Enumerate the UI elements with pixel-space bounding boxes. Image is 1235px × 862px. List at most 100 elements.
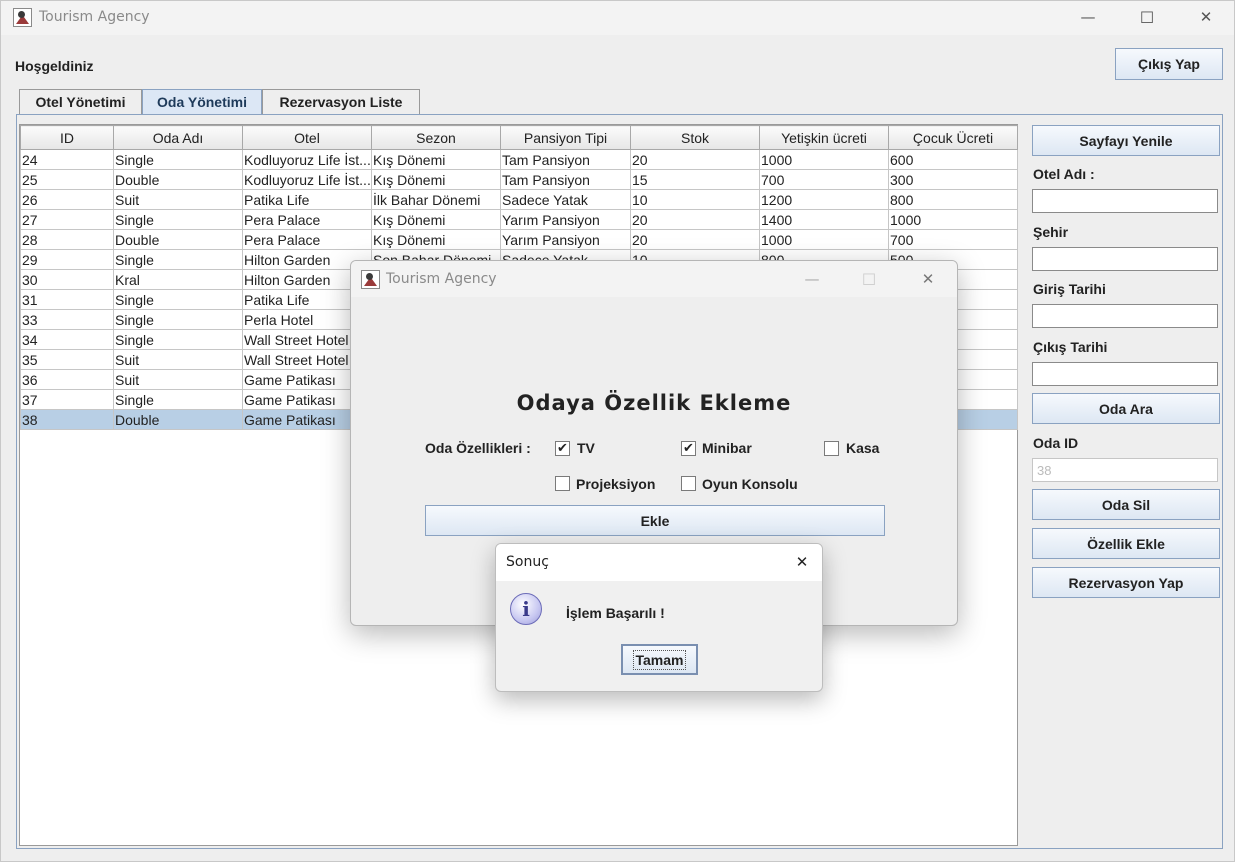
game-console-label[interactable]: Oyun Konsolu: [702, 476, 798, 492]
add-feature-button[interactable]: Özellik Ekle: [1032, 528, 1220, 559]
table-cell[interactable]: 700: [888, 229, 1018, 250]
table-cell[interactable]: Single: [113, 249, 243, 270]
column-header[interactable]: Sezon: [371, 125, 501, 150]
table-cell[interactable]: Kodluyoruz Life İst...: [242, 169, 372, 190]
table-cell[interactable]: 33: [20, 309, 114, 330]
room-id-field[interactable]: 38: [1032, 458, 1218, 482]
table-cell[interactable]: 1200: [759, 189, 889, 210]
table-cell[interactable]: Kış Dönemi: [371, 169, 501, 190]
table-cell[interactable]: Single: [113, 389, 243, 410]
close-button[interactable]: ✕: [905, 263, 951, 295]
table-cell[interactable]: 25: [20, 169, 114, 190]
table-cell[interactable]: Double: [113, 169, 243, 190]
safe-label[interactable]: Kasa: [846, 440, 879, 456]
table-cell[interactable]: 20: [630, 229, 760, 250]
table-row[interactable]: 25 Double Kodluyoruz Life İst... Kış Dönemi…: [20, 169, 1018, 190]
minibar-checkbox[interactable]: ✔: [681, 441, 696, 456]
table-cell[interactable]: 26: [20, 189, 114, 210]
table-cell[interactable]: 30: [20, 269, 114, 290]
table-cell[interactable]: 29: [20, 249, 114, 270]
checkin-date-field[interactable]: [1032, 304, 1218, 328]
reservation-button[interactable]: Rezervasyon Yap: [1032, 567, 1220, 598]
table-cell[interactable]: Single: [113, 309, 243, 330]
column-header[interactable]: Yetişkin ücreti: [759, 125, 889, 150]
column-header[interactable]: Pansiyon Tipi: [500, 125, 631, 150]
table-cell[interactable]: Sadece Yatak: [500, 189, 631, 210]
table-cell[interactable]: Kış Dönemi: [371, 149, 501, 170]
table-cell[interactable]: 37: [20, 389, 114, 410]
table-cell[interactable]: Tam Pansiyon: [500, 169, 631, 190]
minimize-button[interactable]: —: [789, 263, 835, 295]
table-row[interactable]: 26 Suit Patika Life İlk Bahar Dönemi Sadece …: [20, 189, 1018, 210]
column-header[interactable]: Otel: [242, 125, 372, 150]
table-cell[interactable]: 700: [759, 169, 889, 190]
logout-button[interactable]: Çıkış Yap: [1115, 48, 1223, 80]
table-cell[interactable]: 600: [888, 149, 1018, 170]
safe-checkbox[interactable]: [824, 441, 839, 456]
checkout-date-field[interactable]: [1032, 362, 1218, 386]
table-cell[interactable]: Kış Dönemi: [371, 209, 501, 230]
table-cell[interactable]: 28: [20, 229, 114, 250]
table-cell[interactable]: 1000: [759, 229, 889, 250]
tv-checkbox[interactable]: ✔: [555, 441, 570, 456]
projection-checkbox[interactable]: [555, 476, 570, 491]
table-cell[interactable]: Single: [113, 209, 243, 230]
table-cell[interactable]: Kış Dönemi: [371, 229, 501, 250]
table-cell[interactable]: Suit: [113, 189, 243, 210]
column-header[interactable]: Çocuk Ücreti: [888, 125, 1018, 150]
table-cell[interactable]: Single: [113, 149, 243, 170]
table-cell[interactable]: 34: [20, 329, 114, 350]
table-cell[interactable]: 24: [20, 149, 114, 170]
table-cell[interactable]: Tam Pansiyon: [500, 149, 631, 170]
table-row[interactable]: 24 Single Kodluyoruz Life İst... Kış Dönemi…: [20, 149, 1018, 170]
tab-reservation-list[interactable]: Rezervasyon Liste: [262, 89, 420, 114]
table-cell[interactable]: Pera Palace: [242, 209, 372, 230]
table-cell[interactable]: Suit: [113, 349, 243, 370]
hotel-name-field[interactable]: [1032, 189, 1218, 213]
ok-button[interactable]: Tamam: [621, 644, 698, 675]
table-cell[interactable]: 1000: [888, 209, 1018, 230]
table-row[interactable]: 28 Double Pera Palace Kış Dönemi Yarım Pansi…: [20, 229, 1018, 250]
table-cell[interactable]: 31: [20, 289, 114, 310]
table-cell[interactable]: 10: [630, 189, 760, 210]
table-cell[interactable]: Kral: [113, 269, 243, 290]
minimize-button[interactable]: —: [1065, 1, 1111, 33]
table-cell[interactable]: 38: [20, 409, 114, 430]
close-button[interactable]: ✕: [1183, 1, 1229, 33]
tab-room-management[interactable]: Oda Yönetimi: [142, 89, 262, 114]
table-cell[interactable]: 36: [20, 369, 114, 390]
delete-room-button[interactable]: Oda Sil: [1032, 489, 1220, 520]
minibar-label[interactable]: Minibar: [702, 440, 752, 456]
table-cell[interactable]: 800: [888, 189, 1018, 210]
table-cell[interactable]: Single: [113, 289, 243, 310]
add-button[interactable]: Ekle: [425, 505, 885, 536]
table-cell[interactable]: İlk Bahar Dönemi: [371, 189, 501, 210]
tab-hotel-management[interactable]: Otel Yönetimi: [19, 89, 142, 114]
column-header[interactable]: ID: [20, 125, 114, 150]
table-cell[interactable]: 1400: [759, 209, 889, 230]
table-cell[interactable]: 20: [630, 149, 760, 170]
table-cell[interactable]: Patika Life: [242, 189, 372, 210]
refresh-button[interactable]: Sayfayı Yenile: [1032, 125, 1220, 156]
projection-label[interactable]: Projeksiyon: [576, 476, 655, 492]
maximize-button[interactable]: ☐: [846, 263, 892, 295]
table-cell[interactable]: Yarım Pansiyon: [500, 209, 631, 230]
table-row[interactable]: 27 Single Pera Palace Kış Dönemi Yarım Pansi…: [20, 209, 1018, 230]
column-header[interactable]: Oda Adı: [113, 125, 243, 150]
table-cell[interactable]: 300: [888, 169, 1018, 190]
table-cell[interactable]: 35: [20, 349, 114, 370]
table-cell[interactable]: 20: [630, 209, 760, 230]
table-cell[interactable]: Pera Palace: [242, 229, 372, 250]
table-cell[interactable]: Suit: [113, 369, 243, 390]
table-cell[interactable]: Kodluyoruz Life İst...: [242, 149, 372, 170]
table-cell[interactable]: Yarım Pansiyon: [500, 229, 631, 250]
table-cell[interactable]: Double: [113, 229, 243, 250]
tv-label[interactable]: TV: [577, 440, 595, 456]
search-room-button[interactable]: Oda Ara: [1032, 393, 1220, 424]
table-cell[interactable]: Double: [113, 409, 243, 430]
table-cell[interactable]: 1000: [759, 149, 889, 170]
table-cell[interactable]: Single: [113, 329, 243, 350]
table-cell[interactable]: 27: [20, 209, 114, 230]
maximize-button[interactable]: ☐: [1124, 1, 1170, 33]
close-icon[interactable]: ✕: [779, 546, 822, 578]
